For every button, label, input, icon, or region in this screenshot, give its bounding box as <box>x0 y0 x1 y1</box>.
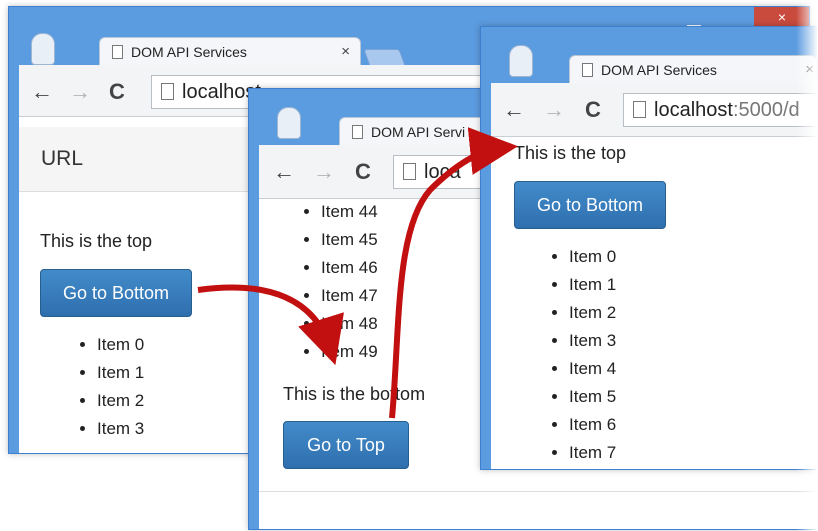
arrow-left-to-middle <box>197 284 344 366</box>
flow-arrows <box>197 127 518 419</box>
arrow-middle-to-right <box>389 127 518 419</box>
